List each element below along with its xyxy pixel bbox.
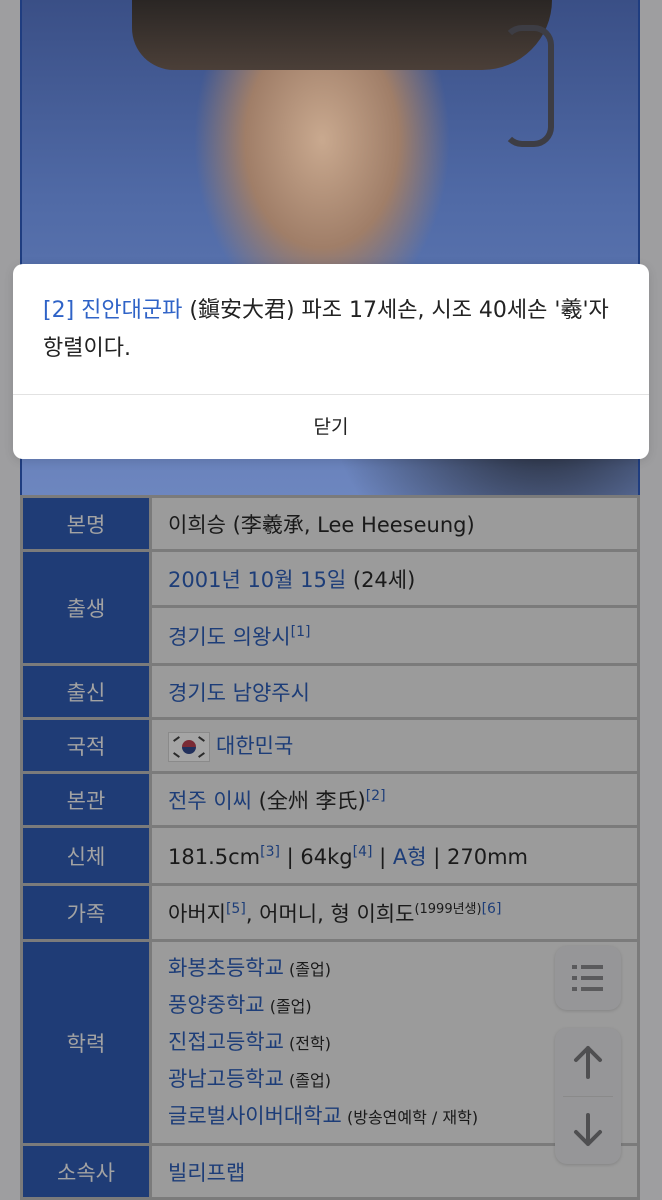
- infobox-row-birth-date: 출생 2001년 10월 15일 (24세): [20, 549, 640, 666]
- footnote-link[interactable]: 진안대군파: [81, 298, 182, 323]
- label-birth: 출생: [20, 549, 152, 666]
- infobox-row-family: 가족 아버지[5], 어머니, 형 이희도(1999년생)[6]: [20, 883, 640, 942]
- father-text: 아버지: [168, 901, 226, 926]
- age-text: (24세): [346, 567, 416, 592]
- infobox-row-real-name: 본명 이희승 (李羲承, Lee Heeseung): [20, 495, 640, 552]
- height-text: 181.5cm: [168, 844, 261, 869]
- footnote-ref-5[interactable]: [5]: [226, 901, 246, 917]
- label-education: 학력: [20, 939, 152, 1146]
- label-origin: 출신: [20, 663, 152, 720]
- footnote-modal: [2] 진안대군파 (鎭安大君) 파조 17세손, 시조 40세손 '羲'자 항…: [13, 264, 649, 459]
- wiki-page: 본명 이희승 (李羲承, Lee Heeseung) 출생 2001년 10월 …: [0, 0, 662, 1200]
- footnote-ref-3[interactable]: [3]: [260, 844, 280, 860]
- close-button[interactable]: 닫기: [13, 395, 649, 459]
- infobox-row-nationality: 국적 대한민국: [20, 717, 640, 774]
- footnote-marker[interactable]: [2]: [43, 298, 74, 323]
- birth-date-link[interactable]: 2001년 10월 15일: [168, 568, 346, 592]
- label-ancestral-home: 본관: [20, 771, 152, 828]
- label-real-name: 본명: [20, 495, 152, 552]
- infobox-row-body: 신체 181.5cm[3] | 64kg[4] | A형 | 270mm: [20, 825, 640, 886]
- school-link[interactable]: 풍양중학교: [168, 993, 265, 1017]
- earring: [502, 25, 554, 147]
- blood-type-link[interactable]: A형: [393, 845, 427, 869]
- infobox-row-ancestral-home: 본관 전주 이씨 (全州 李氏)[2]: [20, 771, 640, 828]
- school-link[interactable]: 글로벌사이버대학교: [168, 1104, 342, 1128]
- sibling-note: (1999년생): [414, 901, 482, 917]
- label-nationality: 국적: [20, 717, 152, 774]
- footnote-ref-1[interactable]: [1]: [291, 624, 311, 640]
- shoe-size-text: | 270mm: [426, 844, 528, 869]
- school-link[interactable]: 진접고등학교: [168, 1030, 284, 1054]
- scroll-nav-buttons: [555, 1028, 621, 1164]
- agency-link[interactable]: 빌리프랩: [168, 1161, 245, 1185]
- birth-place-link[interactable]: 경기도 의왕시: [168, 625, 291, 649]
- weight-text: | 64kg: [279, 844, 353, 869]
- footnote-ref-2[interactable]: [2]: [366, 788, 386, 804]
- toc-button[interactable]: [555, 946, 621, 1010]
- value-real-name: 이희승 (李羲承, Lee Heeseung): [149, 495, 640, 552]
- footnote-ref-6[interactable]: [6]: [482, 901, 502, 917]
- family-rest-text: , 어머니, 형 이희도: [245, 901, 415, 926]
- list-icon: [572, 965, 603, 991]
- footnote-text: [2] 진안대군파 (鎭安大君) 파조 17세손, 시조 40세손 '羲'자 항…: [43, 298, 609, 361]
- arrow-up-icon[interactable]: [573, 1045, 603, 1079]
- label-agency: 소속사: [20, 1143, 152, 1200]
- infobox-row-education: 학력 화봉초등학교 (졸업) 풍양중학교 (졸업) 진접고등학교 (전학) 광남…: [20, 939, 640, 1146]
- ancestral-home-hanja: (全州 李氏): [251, 788, 366, 813]
- footnote-ref-4[interactable]: [4]: [353, 844, 373, 860]
- arrow-down-icon[interactable]: [573, 1113, 603, 1147]
- infobox-row-agency: 소속사 빌리프랩: [20, 1143, 640, 1200]
- infobox-table: 본명 이희승 (李羲承, Lee Heeseung) 출생 2001년 10월 …: [20, 495, 640, 1200]
- south-korea-flag-icon: [168, 731, 210, 762]
- school-link[interactable]: 화봉초등학교: [168, 956, 284, 980]
- label-body: 신체: [20, 825, 152, 886]
- origin-link[interactable]: 경기도 남양주시: [168, 681, 310, 705]
- label-family: 가족: [20, 883, 152, 942]
- nationality-link[interactable]: 대한민국: [216, 734, 293, 758]
- infobox-row-origin: 출신 경기도 남양주시: [20, 663, 640, 720]
- school-link[interactable]: 광남고등학교: [168, 1067, 284, 1091]
- ancestral-home-link[interactable]: 전주 이씨: [168, 789, 252, 813]
